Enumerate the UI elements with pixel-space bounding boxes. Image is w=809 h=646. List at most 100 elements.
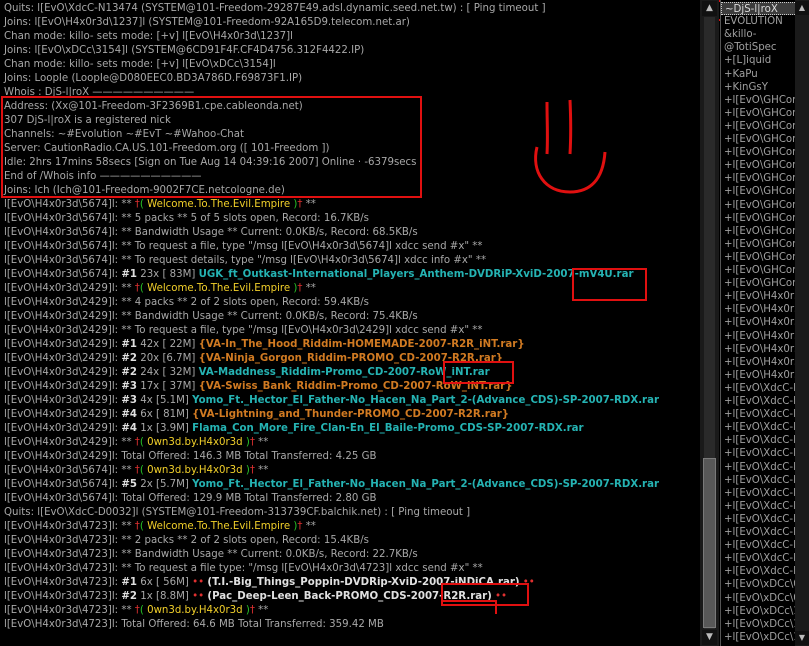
nick-list-item[interactable]: +l[EvO\XdcC-L0 [724, 526, 805, 539]
chat-text-segment: 0wn3d.by.H4x0r3d [147, 465, 243, 476]
chat-text-segment: l[EvO\H4x0r3d\2429]l: ** To request a fi… [4, 325, 483, 336]
chat-line: Joins: LoopIe (LoopIe@D080EEC0.BD3A786D.… [4, 72, 302, 86]
chat-text-segment: l[EvO\H4x0r3d\2429]l: Total Offered: 146… [4, 451, 377, 462]
nick-list-item[interactable]: +KaPu [724, 68, 758, 81]
nick-list-item[interactable]: +l[EvO\GHCorp\ [724, 172, 806, 185]
chat-line: l[EvO\H4x0r3d\4723]l: ** Bandwidth Usage… [4, 548, 418, 562]
scroll-thumb[interactable] [703, 458, 716, 628]
nick-list-item[interactable]: +l[EvO\GHCorp\ [724, 264, 806, 277]
chat-line: l[EvO\H4x0r3d\2429]l: Total Offered: 146… [4, 450, 376, 464]
chat-line: l[EvO\H4x0r3d\2429]l: ** 4 packs ** 2 of… [4, 296, 369, 310]
nick-list-item[interactable]: +l[EvO\GHCorp\ [724, 238, 806, 251]
nick-list-item[interactable]: +l[EvO\xDCc\10 [724, 618, 806, 631]
chat-text-segment: ** [254, 465, 269, 476]
chat-text-segment: 23x [ 83M] [136, 269, 199, 280]
chat-text-segment: ** [302, 199, 316, 210]
nicklist-scroll-down-arrow-icon[interactable]: ▼ [795, 631, 809, 645]
nick-list-item[interactable]: +l[EvO\H4x0r3 [724, 290, 801, 303]
nick-list-item[interactable]: +KinGsY [724, 81, 768, 94]
chat-text-segment: l[EvO\H4x0r3d\5674]l: [4, 479, 122, 490]
nick-list-item[interactable]: +l[EvO\GHCorp\ [724, 133, 806, 146]
chat-text-segment: #3 [121, 395, 137, 406]
chat-text-segment: l[EvO\H4x0r3d\5674]l: ** To request a fi… [4, 241, 483, 252]
nick-list-item[interactable]: +l[EvO\H4x0r3 [724, 316, 801, 329]
chat-line: Quits: l[EvO\XdcC-N13474 (SYSTEM@101-Fre… [4, 2, 546, 16]
chat-text-segment: 2x [5.7M] [136, 479, 193, 490]
chat-text-segment: 6x [ 81M] [136, 409, 193, 420]
chat-text-segment: l[EvO\H4x0r3d\4723]l: ** [4, 605, 135, 616]
filename-highlight-box-4 [441, 600, 497, 614]
chat-text-segment: ** [254, 437, 269, 448]
scroll-down-arrow-icon[interactable]: ▼ [702, 630, 717, 645]
nicklist-scroll-up-arrow-icon[interactable]: ▲ [795, 1, 809, 15]
chat-text-segment: 4x [5.1M] [136, 395, 193, 406]
nick-list-item[interactable]: +l[EvO\xDCc\10 [724, 631, 806, 644]
nick-list-item[interactable]: +l[EvO\GHCorp\ [724, 277, 806, 290]
chat-line: l[EvO\H4x0r3d\2429]l: #2 20x [6.7M] {VA-… [4, 352, 503, 366]
chat-line: l[EvO\H4x0r3d\4723]l: ** 2 packs ** 2 of… [4, 534, 369, 548]
chat-text-segment: l[EvO\H4x0r3d\5674]l: ** 5 packs ** 5 of… [4, 213, 369, 224]
nick-list-item[interactable]: +l[EvO\xDCc\10 [724, 605, 806, 618]
nick-list-item[interactable]: EVOLUTION [724, 15, 783, 28]
chat-text-segment: l[EvO\H4x0r3d\2429]l: ** 4 packs ** 2 of… [4, 297, 369, 308]
whois-highlight-box [1, 96, 422, 198]
nick-list-item[interactable]: +l[EvO\GHCorp\ [724, 94, 806, 107]
chat-text-segment: #1 [121, 577, 137, 588]
nicklist-scrollbar[interactable]: ▲ ▼ [795, 0, 809, 646]
chat-text-segment: #3 [121, 381, 137, 392]
chat-text-segment: #4 [121, 423, 137, 434]
nick-list-item[interactable]: +l[EvO\GHCorp\ [724, 199, 806, 212]
chat-line: l[EvO\H4x0r3d\5674]l: #1 23x [ 83M] UGK_… [4, 268, 633, 282]
nick-list-item[interactable]: +l[EvO\H4x0r3 [724, 303, 801, 316]
nick-list-item[interactable]: +l[EvO\H4x0r3 [724, 343, 801, 356]
chat-line: l[EvO\H4x0r3d\4723]l: #2 1x [8.8M] •• (P… [4, 590, 507, 604]
nick-list-item[interactable]: +[L]iquid [724, 54, 771, 67]
nick-list-item[interactable]: +l[EvO\GHCorp\ [724, 212, 806, 225]
nick-list-item[interactable]: +l[EvO\GHCorp\ [724, 251, 806, 264]
chat-text-segment: ( [139, 521, 148, 532]
nick-list-item[interactable]: +l[EvO\GHCorp\ [724, 225, 806, 238]
chat-text-segment: l[EvO\H4x0r3d\5674]l: Total Offered: 129… [4, 493, 377, 504]
nick-list-item[interactable]: &killo- [724, 28, 756, 41]
nick-list-item[interactable]: @TotiSpec [724, 41, 777, 54]
nick-list-item[interactable]: +l[EvO\H4x0r3 [724, 330, 801, 343]
nick-list-item[interactable]: +l[EvO\xDCc\04 [724, 592, 806, 605]
chat-text-segment: l[EvO\H4x0r3d\5674]l: ** To request deta… [4, 255, 487, 266]
chat-line: l[EvO\H4x0r3d\5674]l: ** To request a fi… [4, 240, 482, 254]
chat-text: Joins: l[EvO\xDCc\3154]l (SYSTEM@6CD91F4… [4, 45, 365, 56]
chat-line: l[EvO\H4x0r3d\5674]l: ** Bandwidth Usage… [4, 226, 418, 240]
chat-text-segment: Yomo_Ft._Hector_El_Father-No_Hacen_Na_Pa… [192, 395, 659, 406]
nick-list-item[interactable]: +l[EvO\H4x0r3 [724, 356, 801, 369]
chat-text-segment: #1 [121, 269, 137, 280]
chat-text-segment: l[EvO\H4x0r3d\4723]l: ** To request a fi… [4, 563, 483, 574]
scroll-up-arrow-icon[interactable]: ▲ [702, 1, 717, 16]
chat-text-segment: Welcome.To.The.Evil.Empire [147, 521, 291, 532]
nick-list-item[interactable]: +l[EvO\GHCorp\ [724, 159, 806, 172]
nick-list-item[interactable]: +l[EvO\GHCorp\ [724, 185, 806, 198]
chat-text-segment: ** [254, 605, 269, 616]
chat-text-segment: l[EvO\H4x0r3d\2429]l: [4, 353, 122, 364]
chat-text-segment: 20x [6.7M] [136, 353, 199, 364]
chat-text-segment: l[EvO\H4x0r3d\5674]l: ** [4, 465, 135, 476]
chat-text-segment: #4 [121, 409, 137, 420]
nick-list-item[interactable]: +l[EvO\GHCorp\ [724, 120, 806, 133]
chat-line: l[EvO\H4x0r3d\5674]l: #5 2x [5.7M] Yomo_… [4, 478, 659, 492]
chat-line: l[EvO\H4x0r3d\2429]l: ** To request a fi… [4, 324, 482, 338]
chat-text-segment: 42x [ 22M] [136, 339, 199, 350]
chat-line: l[EvO\H4x0r3d\4723]l: ** To request a fi… [4, 562, 483, 576]
chat-text-segment: l[EvO\H4x0r3d\4723]l: [4, 591, 122, 602]
chat-text-segment: l[EvO\H4x0r3d\2429]l: ** [4, 283, 135, 294]
nick-list-item[interactable]: ~DjS-l|roX [721, 2, 803, 15]
chat-text: Quits: l[EvO\XdcC-N13474 (SYSTEM@101-Fre… [4, 3, 546, 14]
chat-text-segment: 0wn3d.by.H4x0r3d [147, 605, 243, 616]
filename-highlight-box-1 [572, 268, 647, 301]
nick-list-item[interactable]: +l[EvO\GHCorp\ [724, 146, 806, 159]
chat-text-segment: l[EvO\H4x0r3d\4723]l: Total Offered: 64.… [4, 619, 384, 630]
chat-line: Quits: l[EvO\XdcC-D0032]l (SYSTEM@101-Fr… [4, 506, 470, 520]
chat-scrollbar[interactable]: ▲ ▼ [700, 0, 719, 646]
chat-line: l[EvO\H4x0r3d\5674]l: ** †( 0wn3d.by.H4x… [4, 464, 268, 478]
nick-list-item[interactable]: +l[EvO\H4x0r3 [724, 369, 801, 382]
chat-text-segment: l[EvO\H4x0r3d\4723]l: ** [4, 521, 135, 532]
chat-text-segment: l[EvO\H4x0r3d\2429]l: ** Bandwidth Usage… [4, 311, 418, 322]
nick-list-item[interactable]: +l[EvO\GHCorp\ [724, 107, 806, 120]
